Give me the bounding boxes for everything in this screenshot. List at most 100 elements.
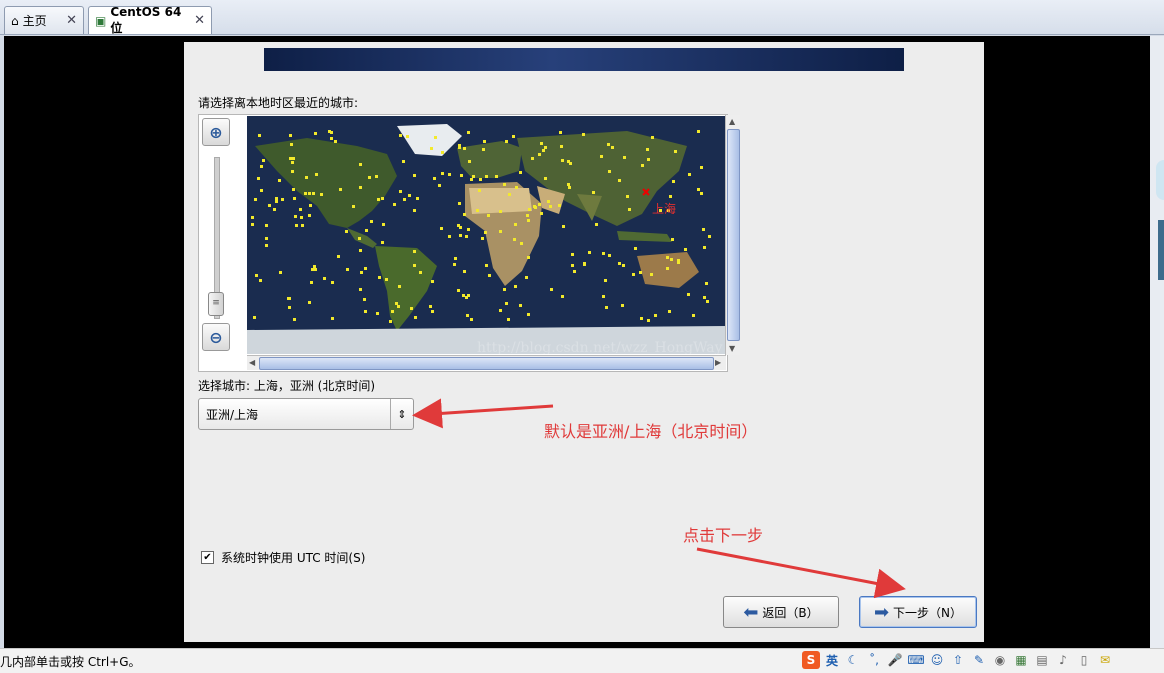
city-dot[interactable]: [666, 267, 669, 270]
city-dot[interactable]: [441, 172, 444, 175]
city-dot[interactable]: [702, 228, 705, 231]
city-dot[interactable]: [542, 149, 545, 152]
city-dot[interactable]: [300, 216, 303, 219]
city-dot[interactable]: [549, 205, 552, 208]
city-dot[interactable]: [512, 135, 515, 138]
city-dot[interactable]: [467, 294, 470, 297]
printer-icon[interactable]: ▤: [1033, 651, 1051, 669]
combo-spinner-icon[interactable]: ⇕: [390, 399, 413, 429]
city-dot[interactable]: [312, 192, 315, 195]
city-dot[interactable]: [419, 271, 422, 274]
city-dot[interactable]: [499, 210, 502, 213]
city-dot[interactable]: [255, 274, 258, 277]
city-dot[interactable]: [275, 200, 278, 203]
city-dot[interactable]: [399, 134, 402, 137]
user-icon[interactable]: ☺: [928, 651, 946, 669]
city-dot[interactable]: [258, 134, 261, 137]
tab-home[interactable]: ⌂ 主页 ✕: [4, 6, 84, 34]
city-dot[interactable]: [607, 143, 610, 146]
city-dot[interactable]: [254, 198, 257, 201]
city-dot[interactable]: [650, 273, 653, 276]
wrench-icon[interactable]: ✎: [970, 651, 988, 669]
city-dot[interactable]: [640, 317, 643, 320]
city-dot[interactable]: [505, 302, 508, 305]
city-dot[interactable]: [505, 140, 508, 143]
city-dot[interactable]: [463, 213, 466, 216]
city-dot[interactable]: [623, 156, 626, 159]
city-dot[interactable]: [403, 198, 406, 201]
city-dot[interactable]: [377, 198, 380, 201]
city-dot[interactable]: [313, 265, 316, 268]
city-dot[interactable]: [528, 208, 531, 211]
microphone-icon[interactable]: 🎤: [886, 651, 904, 669]
city-dot[interactable]: [508, 193, 511, 196]
city-dot[interactable]: [453, 263, 456, 266]
city-dot[interactable]: [481, 237, 484, 240]
city-dot[interactable]: [651, 136, 654, 139]
city-dot[interactable]: [273, 208, 276, 211]
sound-icon[interactable]: ♪: [1054, 651, 1072, 669]
city-dot[interactable]: [293, 197, 296, 200]
city-dot[interactable]: [382, 223, 385, 226]
city-dot[interactable]: [431, 310, 434, 313]
zoom-out-button[interactable]: ⊖: [202, 323, 230, 351]
city-dot[interactable]: [540, 212, 543, 215]
city-dot[interactable]: [294, 215, 297, 218]
city-dot[interactable]: [331, 317, 334, 320]
city-dot[interactable]: [370, 220, 373, 223]
city-dot[interactable]: [666, 256, 669, 259]
city-dot[interactable]: [311, 268, 314, 271]
city-dot[interactable]: [330, 137, 333, 140]
back-button[interactable]: ⬅ 返回（B）: [723, 596, 839, 628]
tab-centos[interactable]: ▣ CentOS 64 位 ✕: [88, 5, 212, 35]
city-dot[interactable]: [293, 318, 296, 321]
city-dot[interactable]: [700, 166, 703, 169]
utc-option[interactable]: ✔ 系统时钟使用 UTC 时间(S): [201, 549, 365, 566]
city-dot[interactable]: [608, 254, 611, 257]
city-dot[interactable]: [583, 262, 586, 265]
city-dot[interactable]: [639, 271, 642, 274]
city-dot[interactable]: [470, 178, 473, 181]
city-dot[interactable]: [406, 135, 409, 138]
drive-icon[interactable]: ▯: [1075, 651, 1093, 669]
city-dot[interactable]: [672, 180, 675, 183]
city-dot[interactable]: [458, 146, 461, 149]
map-horizontal-thumb[interactable]: [259, 357, 714, 370]
city-dot[interactable]: [525, 276, 528, 279]
city-dot[interactable]: [515, 186, 518, 189]
scroll-down-icon[interactable]: ▼: [729, 344, 735, 353]
city-dot[interactable]: [397, 305, 400, 308]
city-dot[interactable]: [278, 179, 281, 182]
city-dot[interactable]: [561, 295, 564, 298]
city-dot[interactable]: [429, 305, 432, 308]
city-dot[interactable]: [706, 300, 709, 303]
city-dot[interactable]: [268, 204, 271, 207]
city-dot[interactable]: [414, 316, 417, 319]
city-dot[interactable]: [674, 150, 677, 153]
city-dot[interactable]: [562, 225, 565, 228]
city-dot[interactable]: [571, 253, 574, 256]
city-dot[interactable]: [265, 244, 268, 247]
city-dot[interactable]: [454, 257, 457, 260]
city-dot[interactable]: [291, 161, 294, 164]
utc-checkbox[interactable]: ✔: [201, 551, 214, 564]
city-dot[interactable]: [470, 318, 473, 321]
city-dot[interactable]: [358, 237, 361, 240]
city-dot[interactable]: [330, 131, 333, 134]
zoom-in-button[interactable]: ⊕: [202, 118, 230, 146]
city-dot[interactable]: [402, 160, 405, 163]
city-dot[interactable]: [391, 310, 394, 313]
city-dot[interactable]: [292, 157, 295, 160]
city-dot[interactable]: [430, 147, 433, 150]
city-dot[interactable]: [265, 224, 268, 227]
city-dot[interactable]: [433, 177, 436, 180]
scroll-right-icon[interactable]: ▶: [715, 358, 721, 367]
city-dot[interactable]: [363, 298, 366, 301]
city-dot[interactable]: [462, 294, 465, 297]
city-dot[interactable]: [275, 197, 278, 200]
city-dot[interactable]: [595, 223, 598, 226]
city-dot[interactable]: [568, 186, 571, 189]
city-dot[interactable]: [519, 171, 522, 174]
city-dot[interactable]: [618, 179, 621, 182]
city-dot[interactable]: [476, 209, 479, 212]
